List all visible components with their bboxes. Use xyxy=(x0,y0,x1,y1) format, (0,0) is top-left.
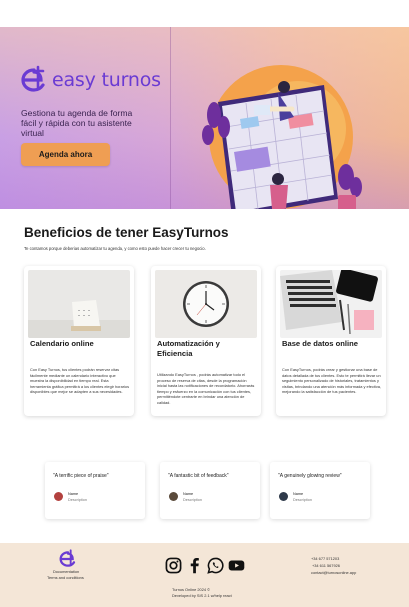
brand-logo[interactable]: easy turnos xyxy=(19,65,161,95)
site-footer: Documentation Terms and conditions Turno… xyxy=(0,543,409,607)
contact-phone-1[interactable]: +34 677 571203 xyxy=(311,556,339,561)
facebook-icon[interactable] xyxy=(186,557,203,574)
review-card: "A terrific piece of praise" Name Descri… xyxy=(45,462,145,519)
hero-banner: easy turnos Gestiona tu agenda de forma … xyxy=(0,27,409,209)
brand-mark-icon[interactable] xyxy=(58,549,78,569)
reviewer-description: Description xyxy=(183,498,202,502)
card-title: Calendario online xyxy=(30,339,94,348)
brand-mark-icon xyxy=(21,65,45,92)
review-quote: "A genuinely glowing review" xyxy=(278,473,342,479)
avatar xyxy=(54,492,63,501)
hero-tagline: Gestiona tu agenda de forma fácil y rápi… xyxy=(21,108,133,138)
card-title: Automatización y Eficiencia xyxy=(157,339,220,358)
review-card: "A genuinely glowing review" Name Descri… xyxy=(270,462,370,519)
footer-link-terms[interactable]: Terms and conditions xyxy=(47,575,84,580)
social-links xyxy=(165,557,245,574)
contact-email[interactable]: contact@turnosonline.app xyxy=(311,570,356,575)
reviewer-name: Name xyxy=(183,492,194,496)
benefit-card-database: Base de datos online Con EasyTurnos, pod… xyxy=(276,266,386,416)
reviewer-name: Name xyxy=(293,492,304,496)
copyright-text: Turnos Online 2024 © xyxy=(172,587,210,592)
contact-phone-2[interactable]: +34 611 567926 xyxy=(312,563,340,568)
laptop-desk-photo xyxy=(280,270,382,338)
review-quote: "A terrific piece of praise" xyxy=(53,473,109,479)
benefit-card-calendar: Calendario online Con Easy Turnos, tus c… xyxy=(24,266,134,416)
developer-credit: Developed by SIS 2.1 w/help react xyxy=(172,593,232,598)
review-quote: "A fantastic bit of feedback" xyxy=(168,473,229,479)
reviewer-name: Name xyxy=(68,492,79,496)
avatar xyxy=(279,492,288,501)
card-body: Con EasyTurnos, podrás crear y gestionar… xyxy=(282,367,382,395)
hero-divider xyxy=(170,27,171,209)
reviewer-description: Description xyxy=(68,498,87,502)
reviewer-description: Description xyxy=(293,498,312,502)
instagram-icon[interactable] xyxy=(165,557,182,574)
card-title: Base de datos online xyxy=(282,339,358,348)
benefits-subtitle: Te contamos porque deberias automatizar … xyxy=(24,246,206,251)
benefit-card-automation: Automatización y Eficiencia Utilizando E… xyxy=(151,266,261,416)
benefits-title: Beneficios de tener EasyTurnos xyxy=(24,225,229,240)
whatsapp-icon[interactable] xyxy=(207,557,224,574)
avatar xyxy=(169,492,178,501)
top-strip xyxy=(0,0,409,27)
desk-calendar-photo xyxy=(28,270,130,338)
footer-link-documentation[interactable]: Documentation xyxy=(53,569,79,574)
book-now-button[interactable]: Agenda ahora xyxy=(21,143,110,166)
youtube-icon[interactable] xyxy=(228,557,245,574)
card-body: Con Easy Turnos, tus clientes podrán res… xyxy=(30,367,130,395)
wall-clock-photo xyxy=(155,270,257,338)
card-body: Utilizando EasyTurnos , podrás automatiz… xyxy=(157,372,255,405)
brand-name: easy turnos xyxy=(52,69,161,91)
review-card: "A fantastic bit of feedback" Name Descr… xyxy=(160,462,260,519)
calendar-illustration xyxy=(202,65,362,209)
